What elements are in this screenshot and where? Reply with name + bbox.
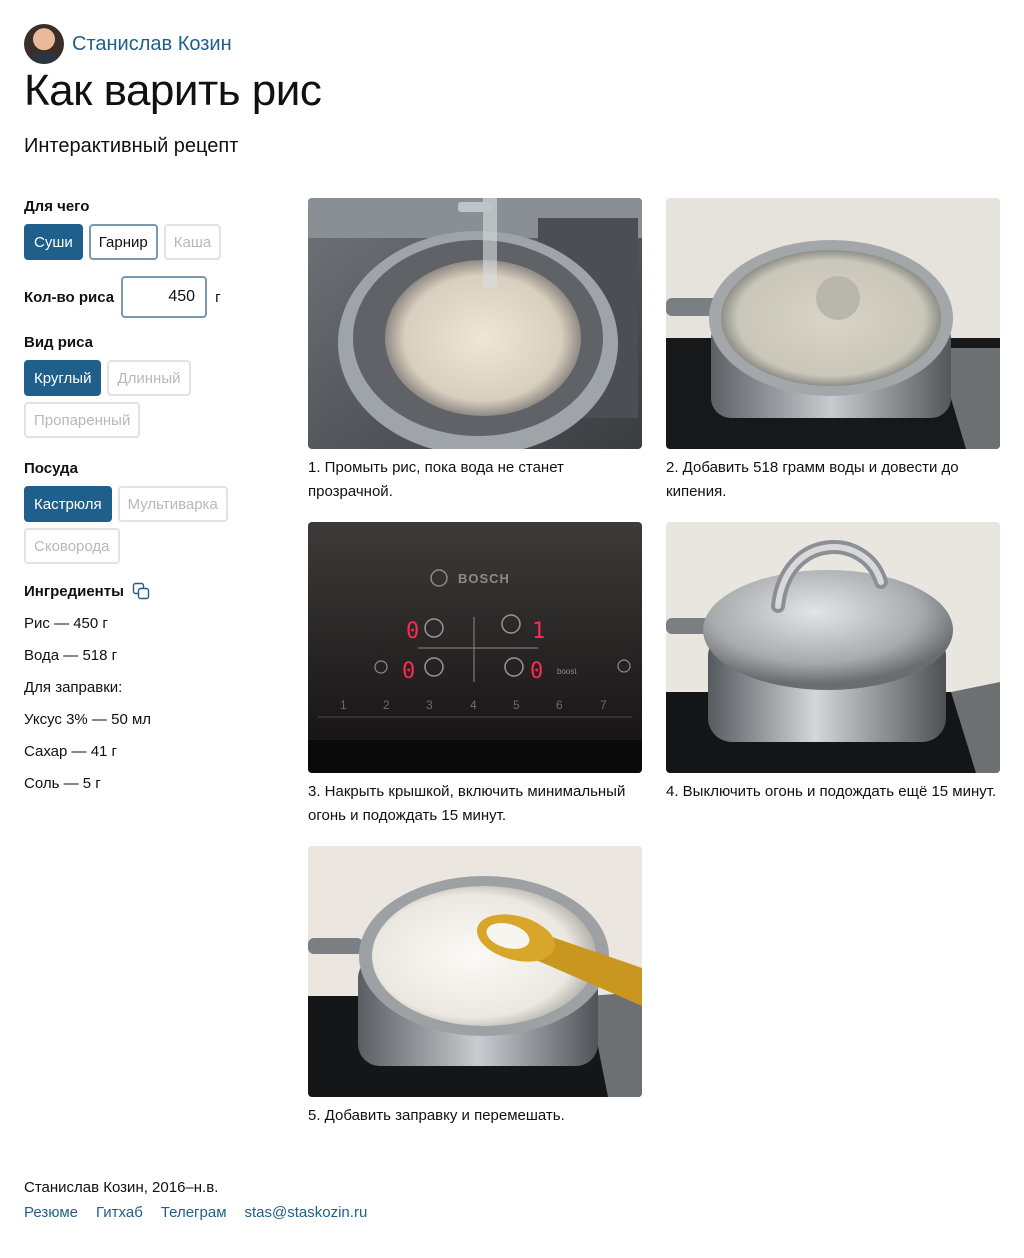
step-2: 2. Добавить 518 грамм воды и довести до … — [666, 198, 1000, 504]
ingredient-water: Вода — 518 г — [24, 647, 118, 664]
step-4-photo — [666, 522, 1000, 773]
purpose-garnish-button[interactable]: Гарнир — [88, 224, 158, 260]
copy-icon[interactable] — [132, 582, 150, 600]
rice-type-options: Круглый Длинный Пропаренный — [24, 360, 284, 438]
cookware-pot-button[interactable]: Кастрюля — [24, 486, 112, 522]
stove-boost-text: boost — [557, 667, 577, 676]
stove-scale-2: 2 — [383, 698, 390, 712]
step-1-photo — [308, 198, 642, 449]
rice-amount-input[interactable] — [121, 276, 208, 318]
footer-link-resume[interactable]: Резюме — [24, 1204, 78, 1221]
footer-link-telegram[interactable]: Телеграм — [161, 1204, 227, 1221]
footer-link-github[interactable]: Гитхаб — [96, 1204, 143, 1221]
ingredients-label: Ингредиенты — [24, 582, 124, 600]
step-5-caption: 5. Добавить заправку и перемешать. — [308, 1107, 565, 1124]
ingredients-list: Рис — 450 г Вода — 518 г Для заправки: У… — [24, 608, 284, 800]
stove-brand-text: BOSCH — [458, 571, 510, 586]
step-3: BOSCH 0 1 0 0 boost 1 2 3 4 5 6 7 3. Нак… — [308, 522, 642, 828]
rice-type-group: Вид риса Круглый Длинный Пропаренный — [24, 334, 284, 438]
page-subtitle: Интерактивный рецепт — [24, 135, 239, 157]
page-title: Как варить рис — [24, 66, 322, 115]
rice-type-label: Вид риса — [24, 334, 93, 351]
step-3-photo: BOSCH 0 1 0 0 boost 1 2 3 4 5 6 7 — [308, 522, 642, 773]
stove-scale-4: 4 — [470, 698, 477, 712]
ingredient-rice: Рис — 450 г — [24, 615, 108, 632]
author-avatar[interactable] — [24, 24, 64, 64]
step-1-caption: 1. Промыть рис, пока вода не станет проз… — [308, 459, 564, 500]
ingredients-section: Ингредиенты Рис — 450 г Вода — 518 г Для… — [24, 582, 284, 800]
ingredient-sugar: Сахар — 41 г — [24, 743, 118, 760]
step-4: 4. Выключить огонь и подождать ещё 15 ми… — [666, 522, 1000, 804]
ingredient-salt: Соль — 5 г — [24, 775, 101, 792]
step-2-photo — [666, 198, 1000, 449]
purpose-porridge-button[interactable]: Каша — [163, 224, 222, 260]
step-5: 5. Добавить заправку и перемешать. — [308, 846, 642, 1128]
footer-links: Резюме Гитхаб Телеграм stas@staskozin.ru — [24, 1204, 367, 1221]
rice-parboiled-button[interactable]: Пропаренный — [24, 402, 141, 438]
rice-round-button[interactable]: Круглый — [24, 360, 102, 396]
stove-scale-7: 7 — [600, 698, 607, 712]
cookware-group: Посуда Кастрюля Мультиварка Сковорода — [24, 460, 284, 564]
author-name-link[interactable]: Станислав Козин — [72, 33, 232, 56]
stove-scale-3: 3 — [426, 698, 433, 712]
amount-label: Кол-во риса — [24, 288, 115, 306]
ingredient-vinegar: Уксус 3% — 50 мл — [24, 711, 152, 728]
stove-digit-2: 1 — [532, 619, 545, 644]
footer: Станислав Козин, 2016–н.в. Резюме Гитхаб… — [24, 1176, 367, 1221]
footer-link-email[interactable]: stas@staskozin.ru — [245, 1204, 368, 1221]
ingredients-header: Ингредиенты — [24, 582, 284, 600]
purpose-group: Для чего Суши Гарнир Каша — [24, 198, 284, 260]
stove-digit-3: 0 — [402, 659, 415, 684]
step-2-caption: 2. Добавить 518 грамм воды и довести до … — [666, 459, 959, 500]
cookware-label: Посуда — [24, 460, 78, 477]
cookware-multicooker-button[interactable]: Мультиварка — [117, 486, 228, 522]
amount-unit: г — [215, 288, 221, 306]
purpose-sushi-button[interactable]: Суши — [24, 224, 83, 260]
step-5-photo — [308, 846, 642, 1097]
stove-scale-5: 5 — [513, 698, 520, 712]
stove-scale-6: 6 — [556, 698, 563, 712]
purpose-label: Для чего — [24, 198, 90, 215]
step-4-caption: 4. Выключить огонь и подождать ещё 15 ми… — [666, 783, 997, 800]
stove-scale-1: 1 — [340, 698, 347, 712]
step-3-caption: 3. Накрыть крышкой, включить минимальный… — [308, 783, 626, 824]
step-1: 1. Промыть рис, пока вода не станет проз… — [308, 198, 642, 504]
rice-long-button[interactable]: Длинный — [107, 360, 191, 396]
stove-digit-4: 0 — [530, 659, 543, 684]
author[interactable]: Станислав Козин — [24, 24, 232, 64]
footer-copyright: Станислав Козин, 2016–н.в. — [24, 1179, 219, 1196]
purpose-options: Суши Гарнир Каша — [24, 224, 284, 260]
stove-digit-1: 0 — [406, 619, 419, 644]
amount-group: Кол-во риса г — [24, 276, 284, 318]
cookware-options: Кастрюля Мультиварка Сковорода — [24, 486, 284, 564]
recipe-controls: Для чего Суши Гарнир Каша Кол-во риса г … — [24, 198, 284, 816]
cookware-pan-button[interactable]: Сковорода — [24, 528, 120, 564]
ingredient-dressing-heading: Для заправки: — [24, 679, 123, 696]
